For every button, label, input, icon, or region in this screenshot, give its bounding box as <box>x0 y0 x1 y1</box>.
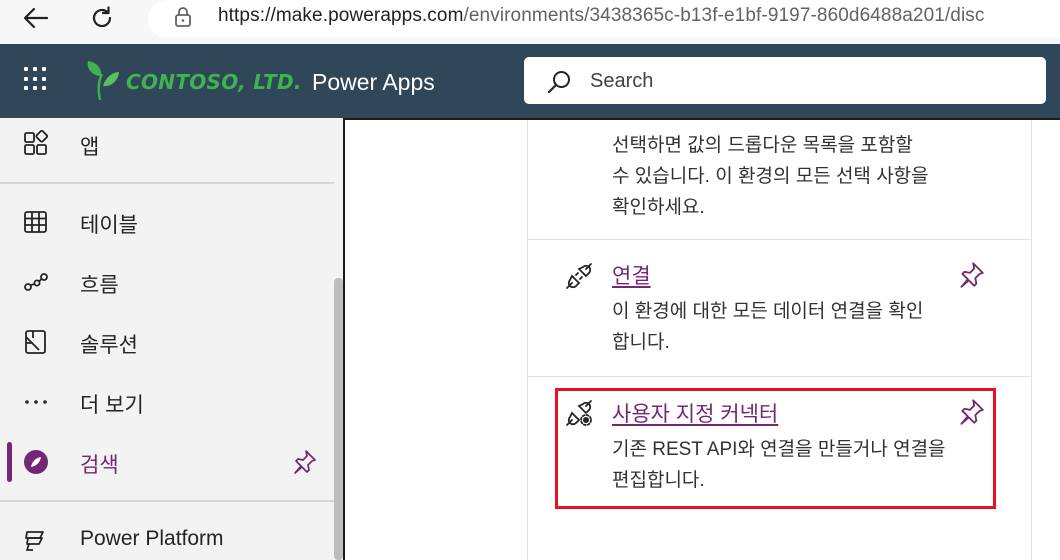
sidebar-item-label: 검색 <box>80 454 119 477</box>
solution-icon <box>22 328 50 356</box>
connection-icon <box>564 261 594 291</box>
sidebar-scrollbar-thumb[interactable] <box>334 278 343 560</box>
description-line: 편집합니다. <box>612 470 705 491</box>
pin-icon[interactable] <box>956 397 986 427</box>
sidebar-item-flows[interactable]: 흐름 <box>0 254 334 310</box>
left-nav: 앱 테이블 흐름 솔루션 더 보기 검색 Power Platform <box>0 118 343 560</box>
search-placeholder: Search <box>590 70 654 92</box>
url-path: /environments/3438365c-b13f-e1bf-9197-86… <box>463 5 985 26</box>
search-input[interactable]: Search <box>524 57 1046 104</box>
search-icon <box>546 69 572 95</box>
app-title[interactable]: Power Apps <box>312 69 435 96</box>
custom-connector-icon <box>564 398 594 428</box>
description-line: 수 있습니다. 이 환경의 모든 선택 사항을 <box>612 166 929 187</box>
sidebar-item-label: 흐름 <box>80 274 119 297</box>
pin-icon[interactable] <box>290 448 318 476</box>
card-divider <box>528 376 1031 377</box>
description-line: 합니다. <box>612 332 670 353</box>
sidebar-item-label: 앱 <box>80 136 100 159</box>
apps-icon <box>22 129 50 158</box>
description-line: 이 환경에 대한 모든 데이터 연결을 확인 <box>612 301 924 322</box>
sidebar-item-tables[interactable]: 테이블 <box>0 194 334 250</box>
table-icon <box>22 208 50 236</box>
flow-icon <box>22 268 50 296</box>
sidebar-divider <box>0 182 334 184</box>
discover-panel: 선택하면 값의 드롭다운 목록을 포함할 수 있습니다. 이 환경의 모든 선택… <box>527 120 1032 560</box>
connections-link[interactable]: 연결 <box>612 260 651 290</box>
description-line: 확인하세요. <box>612 197 705 218</box>
active-indicator <box>7 442 12 482</box>
sidebar-item-apps[interactable]: 앱 <box>0 116 334 172</box>
sidebar-divider <box>0 500 334 502</box>
card-divider <box>528 239 1031 240</box>
app-launcher-icon[interactable] <box>24 67 48 91</box>
main-content: 선택하면 값의 드롭다운 목록을 포함할 수 있습니다. 이 환경의 모든 선택… <box>343 118 1060 560</box>
sidebar-item-more[interactable]: 더 보기 <box>0 374 334 430</box>
description-line: 기존 REST API와 연결을 만들거나 연결을 <box>612 439 946 460</box>
app-header: CONTOSO, LTD. Power Apps Search <box>0 44 1060 118</box>
url-host: https://make.powerapps.com <box>218 5 464 26</box>
pin-icon[interactable] <box>956 260 986 290</box>
custom-connectors-description: 기존 REST API와 연결을 만들거나 연결을 편집합니다. <box>612 434 962 496</box>
custom-connectors-link[interactable]: 사용자 지정 커넥터 <box>612 398 778 428</box>
sidebar-item-solutions[interactable]: 솔루션 <box>0 314 334 370</box>
sidebar-item-label: Power Platform <box>80 527 224 550</box>
url-text[interactable]: https://make.powerapps.com/environments/… <box>218 5 985 27</box>
choices-card-description: 선택하면 값의 드롭다운 목록을 포함할 수 있습니다. 이 환경의 모든 선택… <box>612 130 962 223</box>
connections-description: 이 환경에 대한 모든 데이터 연결을 확인 합니다. <box>612 296 962 358</box>
browser-toolbar: https://make.powerapps.com/environments/… <box>0 0 1060 44</box>
sidebar-item-label: 솔루션 <box>80 334 138 357</box>
refresh-icon[interactable] <box>86 4 118 32</box>
sidebar-item-discover[interactable]: 검색 <box>0 434 334 490</box>
brand-name: CONTOSO, LTD. <box>126 70 302 94</box>
back-arrow-icon[interactable] <box>20 4 52 32</box>
discover-icon <box>22 448 50 476</box>
sidebar-item-label: 테이블 <box>80 214 138 237</box>
brand-leaf-icon <box>84 60 120 102</box>
power-platform-icon <box>22 526 50 554</box>
description-line: 선택하면 값의 드롭다운 목록을 포함할 <box>612 135 913 156</box>
more-icon <box>22 388 50 416</box>
lock-icon[interactable] <box>172 6 194 28</box>
sidebar-item-power-platform[interactable]: Power Platform <box>0 512 334 560</box>
sidebar-item-label: 더 보기 <box>80 394 144 417</box>
